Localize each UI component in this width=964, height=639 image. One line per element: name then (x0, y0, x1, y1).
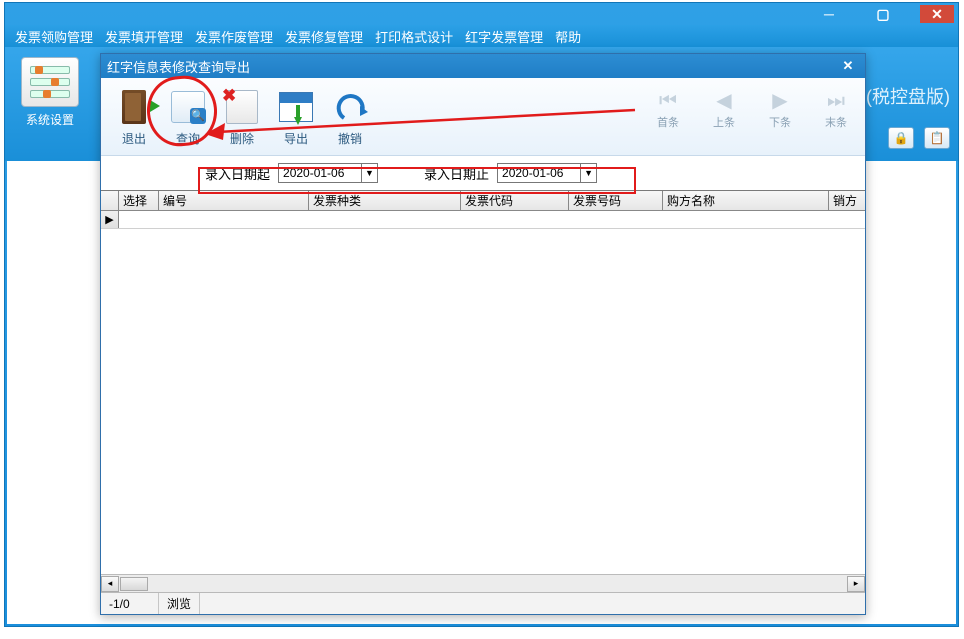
undo-label: 撤销 (323, 130, 377, 147)
grid-empty-row[interactable]: ▶ (101, 211, 865, 229)
menu-invoice-void[interactable]: 发票作废管理 (195, 27, 273, 46)
nav-last-label: 末条 (817, 114, 855, 130)
col-invoice-no[interactable]: 发票号码 (569, 191, 663, 210)
end-date-dropdown-icon[interactable]: ▼ (580, 164, 596, 182)
delete-button[interactable]: 删除 (215, 87, 269, 147)
nav-last-button[interactable]: ⏭ 末条 (817, 90, 855, 130)
nav-prev-label: 上条 (705, 114, 743, 130)
query-label: 查询 (161, 130, 215, 147)
query-button[interactable]: 🔍 查询 (161, 87, 215, 147)
export-icon (276, 87, 316, 127)
query-icon: 🔍 (168, 87, 208, 127)
menu-invoice-purchase[interactable]: 发票领购管理 (15, 27, 93, 46)
export-button[interactable]: 导出 (269, 87, 323, 147)
clipboard-icon[interactable]: 📋 (924, 127, 950, 149)
close-main-button[interactable]: ✕ (920, 5, 954, 23)
end-date-field[interactable]: ▼ (497, 163, 597, 183)
grid-header-row: 选择 编号 发票种类 发票代码 发票号码 购方名称 销方 (101, 191, 865, 211)
exit-button[interactable]: 退出 (107, 87, 161, 147)
dialog-status-bar: -1/0 浏览 (101, 592, 865, 614)
version-label: (税控盘版) (866, 83, 950, 109)
start-date-input[interactable] (279, 166, 361, 180)
dialog-title-text: 红字信息表修改查询导出 (107, 57, 250, 76)
lock-icon[interactable]: 🔒 (888, 127, 914, 149)
main-menu-bar: 发票领购管理 发票填开管理 发票作废管理 发票修复管理 打印格式设计 红字发票管… (5, 25, 958, 47)
minimize-button[interactable]: ─ (812, 5, 846, 23)
menu-invoice-repair[interactable]: 发票修复管理 (285, 27, 363, 46)
start-date-field[interactable]: ▼ (278, 163, 378, 183)
nav-next-label: 下条 (761, 114, 799, 130)
col-select[interactable]: 选择 (119, 191, 159, 210)
status-mode: 浏览 (159, 593, 200, 614)
menu-print-format[interactable]: 打印格式设计 (375, 27, 453, 46)
end-date-label: 录入日期止 (424, 164, 489, 183)
col-invoice-code[interactable]: 发票代码 (461, 191, 569, 210)
status-position: -1/0 (101, 593, 159, 614)
system-settings-label: 系统设置 (15, 111, 85, 128)
delete-icon (222, 87, 262, 127)
exit-icon (114, 87, 154, 127)
scroll-right-button[interactable]: ▸ (847, 576, 865, 592)
menu-invoice-fill[interactable]: 发票填开管理 (105, 27, 183, 46)
dialog-title-bar[interactable]: 红字信息表修改查询导出 ✕ (101, 54, 865, 78)
exit-label: 退出 (107, 130, 161, 147)
grid-corner-cell (101, 191, 119, 210)
menu-red-invoice[interactable]: 红字发票管理 (465, 27, 543, 46)
undo-button[interactable]: 撤销 (323, 87, 377, 147)
nav-next-button[interactable]: ▶ 下条 (761, 90, 799, 130)
undo-icon (330, 87, 370, 127)
record-nav-buttons: ⏮ 首条 ◀ 上条 ▶ 下条 ⏭ 末条 (649, 90, 855, 130)
nav-prev-button[interactable]: ◀ 上条 (705, 90, 743, 130)
system-settings-button[interactable]: 系统设置 (15, 57, 85, 128)
row-indicator-icon: ▶ (101, 211, 119, 228)
scroll-left-button[interactable]: ◂ (101, 576, 119, 592)
col-buyer-name[interactable]: 购方名称 (663, 191, 829, 210)
main-titlebar: ─ ▢ ✕ (5, 3, 958, 25)
next-icon: ▶ (761, 90, 799, 112)
filter-bar: 录入日期起 ▼ 录入日期止 ▼ (101, 156, 865, 190)
dialog-close-button[interactable]: ✕ (837, 57, 859, 75)
col-seller[interactable]: 销方 (829, 191, 865, 210)
nav-first-label: 首条 (649, 114, 687, 130)
result-grid: 选择 编号 发票种类 发票代码 发票号码 购方名称 销方 ▶ ◂ ▸ (101, 190, 865, 592)
scroll-thumb[interactable] (120, 577, 148, 591)
settings-icon (21, 57, 79, 107)
end-date-input[interactable] (498, 166, 580, 180)
export-label: 导出 (269, 130, 323, 147)
col-invoice-type[interactable]: 发票种类 (309, 191, 461, 210)
skip-first-icon: ⏮ (649, 90, 687, 112)
col-number[interactable]: 编号 (159, 191, 309, 210)
dialog-toolbar: 退出 🔍 查询 删除 导出 撤销 ⏮ 首条 (101, 78, 865, 156)
horizontal-scrollbar[interactable]: ◂ ▸ (101, 574, 865, 592)
main-quick-icons: 🔒 📋 (888, 127, 950, 149)
skip-last-icon: ⏭ (817, 90, 855, 112)
nav-first-button[interactable]: ⏮ 首条 (649, 90, 687, 130)
maximize-button[interactable]: ▢ (866, 5, 900, 23)
red-info-query-dialog: 红字信息表修改查询导出 ✕ 退出 🔍 查询 删除 导出 撤销 (100, 53, 866, 615)
delete-label: 删除 (215, 130, 269, 147)
prev-icon: ◀ (705, 90, 743, 112)
start-date-dropdown-icon[interactable]: ▼ (361, 164, 377, 182)
menu-help[interactable]: 帮助 (555, 27, 581, 46)
start-date-label: 录入日期起 (205, 164, 270, 183)
